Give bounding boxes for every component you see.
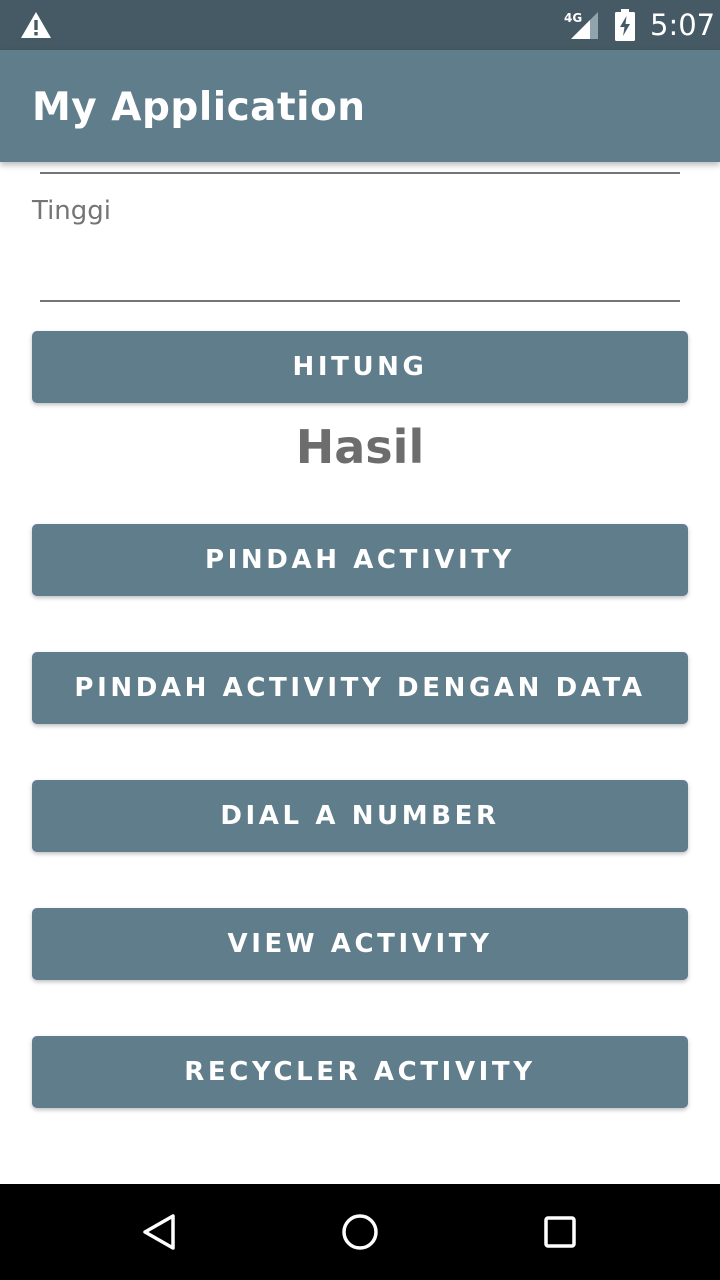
signal-icon: 4G — [564, 11, 598, 39]
height-input[interactable] — [40, 232, 680, 292]
battery-charging-icon — [615, 9, 635, 41]
home-icon[interactable] — [340, 1212, 380, 1252]
dial-number-button[interactable]: DIAL A NUMBER — [32, 780, 688, 852]
previous-field-underline — [40, 172, 680, 174]
move-activity-with-data-button[interactable]: PINDAH ACTIVITY DENGAN DATA — [32, 652, 688, 724]
warning-icon — [21, 12, 51, 38]
navigation-bar — [0, 1184, 720, 1280]
calculate-button[interactable]: HITUNG — [32, 331, 688, 403]
main-content[interactable]: Tinggi HITUNG Hasil PINDAH ACTIVITY PIND… — [0, 162, 720, 1184]
height-field[interactable]: Tinggi — [32, 192, 688, 304]
view-activity-button[interactable]: VIEW ACTIVITY — [32, 908, 688, 980]
app-bar: My Application — [0, 50, 720, 162]
height-field-underline — [40, 300, 680, 302]
status-time: 5:07 — [650, 8, 716, 42]
result-label: Hasil — [295, 420, 425, 474]
height-field-hint: Tinggi — [32, 196, 112, 226]
app-title: My Application — [32, 85, 366, 130]
network-type-label: 4G — [564, 11, 582, 25]
move-activity-button[interactable]: PINDAH ACTIVITY — [32, 524, 688, 596]
recents-icon[interactable] — [540, 1212, 580, 1252]
back-icon[interactable] — [140, 1212, 180, 1252]
status-bar: 4G 5:07 — [0, 0, 720, 50]
recycler-activity-button[interactable]: RECYCLER ACTIVITY — [32, 1036, 688, 1108]
